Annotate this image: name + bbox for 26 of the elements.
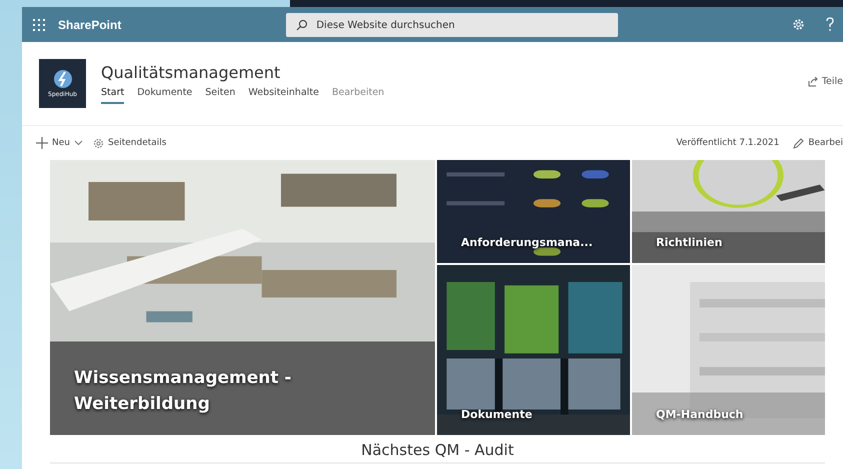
nav-link[interactable]: Start <box>101 87 124 104</box>
plus-icon <box>36 137 48 149</box>
settings-icon[interactable] <box>792 18 805 31</box>
app-name[interactable]: SharePoint <box>58 18 122 32</box>
page-details-button[interactable]: Seitendetails <box>92 138 166 148</box>
settings-icon <box>92 138 104 148</box>
edit-button[interactable]: Bearbei <box>793 138 843 148</box>
published-date: Veröffentlicht 7.1.2021 <box>676 138 780 148</box>
new-button[interactable]: Neu <box>36 137 83 149</box>
app-launcher-icon[interactable] <box>32 18 46 32</box>
site-title: Qualitätsmanagement <box>101 63 282 82</box>
search-icon <box>296 18 308 30</box>
nav-link[interactable]: Websiteinhalte <box>248 87 319 104</box>
section-title: Nächstes QM - Audit <box>50 441 825 464</box>
nav-link[interactable]: Dokumente <box>137 87 192 104</box>
tile-title[interactable]: Anforderungsmana... <box>461 236 593 249</box>
help-icon[interactable] <box>825 17 835 32</box>
share-button[interactable]: Teile <box>808 76 843 87</box>
nav-link[interactable]: Seiten <box>205 87 236 104</box>
share-icon <box>808 76 818 86</box>
tile-title[interactable]: Richtlinien <box>656 236 722 249</box>
search-field[interactable]: Diese Website durchsuchen <box>286 13 618 37</box>
pencil-icon <box>793 138 804 148</box>
edit-link[interactable]: Bearbeiten <box>332 87 384 104</box>
chevron-down-icon <box>74 140 83 146</box>
tile-title[interactable]: Dokumente <box>461 408 532 421</box>
